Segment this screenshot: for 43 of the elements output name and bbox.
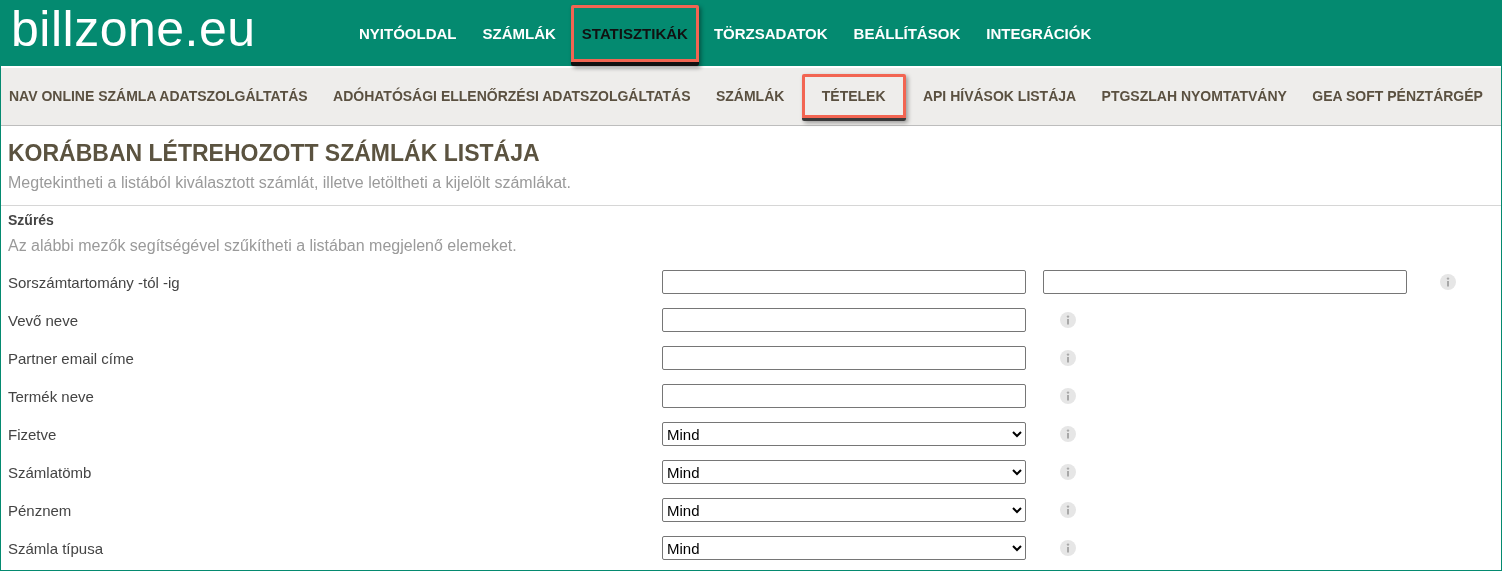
subnav-tab[interactable]: SZÁMLÁK: [707, 74, 793, 121]
dropdown[interactable]: Mind: [662, 498, 1026, 522]
input-field[interactable]: [662, 308, 1026, 332]
dropdown[interactable]: Mind: [662, 422, 1026, 446]
info-icon[interactable]: [1060, 502, 1076, 518]
info-icon[interactable]: [1060, 350, 1076, 366]
input-field[interactable]: [662, 384, 1026, 408]
info-icon[interactable]: [1060, 312, 1076, 328]
info-icon[interactable]: [1060, 540, 1076, 556]
subnav-tab[interactable]: PTGSZLAH NYOMTATVÁNY: [1093, 74, 1295, 121]
field-label: Sorszámtartomány -tól -ig: [8, 273, 181, 291]
nav-tab[interactable]: TÖRZSADATOK: [702, 5, 839, 66]
info-icon[interactable]: [1440, 274, 1456, 290]
field-label: Fizetve: [8, 425, 58, 443]
subnav-tab[interactable]: TÉTELEK: [801, 74, 906, 121]
info-icon[interactable]: [1060, 426, 1076, 442]
nav-tab[interactable]: SZÁMLÁK: [471, 5, 567, 66]
subnav-tab[interactable]: NAV ONLINE SZÁMLA ADATSZOLGÁLTATÁS: [1, 74, 316, 121]
subnav-tab[interactable]: GEA SOFT PÉNZTÁRGÉP: [1304, 74, 1491, 121]
nav-tab[interactable]: INTEGRÁCIÓK: [975, 5, 1103, 66]
info-icon[interactable]: [1060, 388, 1076, 404]
page-subtitle: Megtekintheti a listából kiválasztott számlát, illetve letöltheti a kijelölt számlákat.: [8, 174, 572, 192]
subnav-tab[interactable]: API HÍVÁSOK LISTÁJA: [914, 74, 1085, 121]
field-label: Partner email címe: [8, 349, 135, 367]
info-icon[interactable]: [1060, 464, 1076, 480]
input-field[interactable]: [662, 346, 1026, 370]
input-field[interactable]: [662, 270, 1026, 294]
field-label: Termék neve: [8, 387, 95, 405]
field-label: Pénznem: [8, 501, 73, 519]
subnav-tab[interactable]: ADÓHATÓSÁGI ELLENŐRZÉSI ADATSZOLGÁLTATÁS: [325, 74, 699, 121]
field-label: Számla típusa: [8, 539, 105, 557]
field-label: Vevő neve: [8, 311, 80, 329]
page-title: KORÁBBAN LÉTREHOZOTT SZÁMLÁK LISTÁJA: [8, 140, 541, 167]
logo[interactable]: billzone.eu: [1, 1, 348, 66]
section-heading: Szűrés: [8, 212, 55, 228]
nav-tab[interactable]: STATISZTIKÁK: [570, 5, 699, 66]
nav-tab[interactable]: NYITÓOLDAL: [348, 5, 468, 66]
nav-tab[interactable]: BEÁLLÍTÁSOK: [842, 5, 972, 66]
input-field[interactable]: [1043, 270, 1407, 294]
dropdown[interactable]: Mind: [662, 460, 1026, 484]
dropdown[interactable]: Mind: [662, 536, 1026, 560]
section-description: Az alábbi mezők segítségével szűkítheti a listában megjelenő elemeket.: [8, 237, 518, 255]
field-label: Számlatömb: [8, 463, 93, 481]
